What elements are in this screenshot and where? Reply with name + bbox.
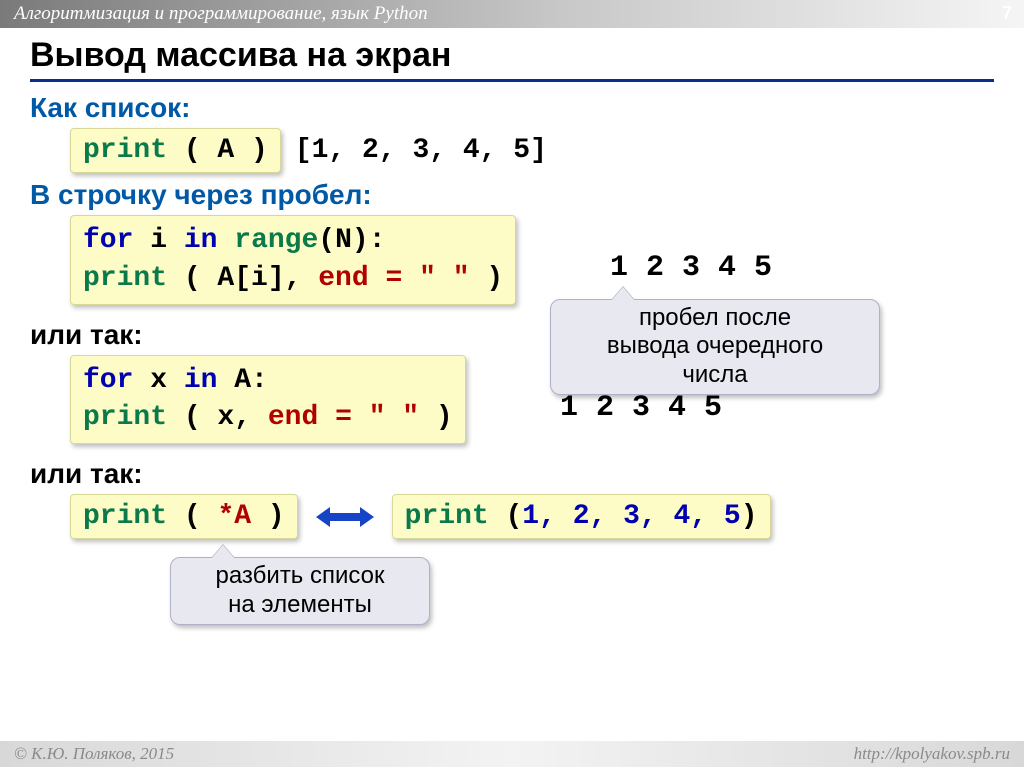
page-number: 7 (1002, 3, 1012, 24)
callout-space: пробел после вывода очередного числа (550, 299, 880, 395)
callout-split: разбить список на элементы (170, 557, 430, 625)
slide-body: Вывод массива на экран Как список: print… (0, 28, 1024, 625)
slide-header: Алгоритмизация и программирование, язык … (0, 0, 1024, 28)
output-inline-1: 1 2 3 4 5 (610, 251, 772, 285)
code-print-star: print ( *A ) (70, 494, 298, 539)
output-inline-2: 1 2 3 4 5 (560, 391, 722, 425)
code-print-a: print ( A ) (70, 128, 281, 173)
double-arrow-icon (318, 507, 372, 527)
output-list: [1, 2, 3, 4, 5] (295, 135, 547, 166)
slide-title: Вывод массива на экран (30, 36, 994, 82)
slide-footer: © К.Ю. Поляков, 2015 http://kpolyakov.sp… (0, 741, 1024, 767)
footer-copyright: © К.Ю. Поляков, 2015 (14, 744, 174, 764)
code-print-expanded: print (1, 2, 3, 4, 5) (392, 494, 771, 539)
code-for-range: for i in range(N): print ( A[i], end = "… (70, 215, 516, 305)
section-or-2: или так: (30, 458, 994, 490)
footer-url: http://kpolyakov.spb.ru (854, 744, 1010, 764)
section-as-list: Как список: (30, 92, 994, 124)
breadcrumb: Алгоритмизация и программирование, язык … (14, 3, 428, 25)
section-inline: В строчку через пробел: (30, 179, 994, 211)
code-for-x: for x in A: print ( x, end = " " ) (70, 355, 466, 445)
